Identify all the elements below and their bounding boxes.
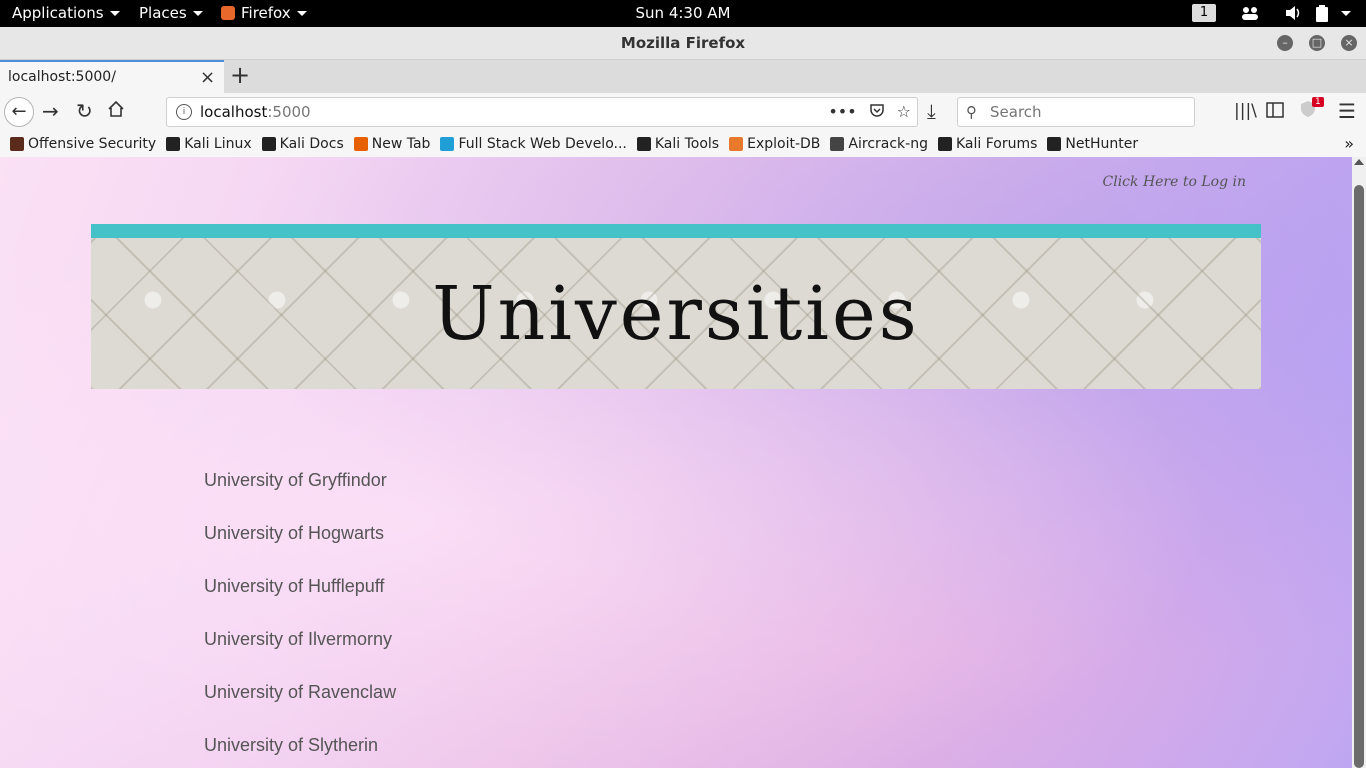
- page-actions-icon[interactable]: •••: [828, 102, 856, 122]
- new-tab-button[interactable]: +: [230, 63, 250, 87]
- university-list: University of Gryffindor University of Ho…: [204, 470, 396, 768]
- bookmark-label: Full Stack Web Develo...: [458, 136, 627, 152]
- page-content: Click Here to Log in Universities Univer…: [0, 157, 1352, 768]
- minimize-button[interactable]: –: [1277, 35, 1293, 51]
- bookmark-item[interactable]: Exploit-DB: [729, 136, 820, 152]
- bookmark-item[interactable]: Full Stack Web Develo...: [440, 136, 627, 152]
- tab-label: localhost:5000/: [8, 69, 116, 85]
- workspace-indicator[interactable]: 1: [1192, 4, 1216, 22]
- kali-icon: [636, 137, 651, 151]
- banner-tile: Universities: [91, 238, 1261, 389]
- forward-button[interactable]: →: [42, 99, 59, 123]
- bookmark-label: Exploit-DB: [747, 136, 821, 152]
- kali-icon: [1047, 137, 1062, 151]
- navigation-toolbar: ← → ↻ i localhost:5000 ••• ☆ ⤓ ⚲ |||\ 1 …: [0, 93, 1366, 131]
- system-top-bar: Applications Places Firefox Sun 4:30 AM …: [0, 0, 1366, 27]
- university-link[interactable]: University of Slytherin: [204, 735, 396, 768]
- clock[interactable]: Sun 4:30 AM: [0, 4, 1366, 22]
- university-link[interactable]: University of Ravenclaw: [204, 682, 396, 735]
- url-text[interactable]: localhost:5000: [200, 103, 311, 121]
- hamburger-menu-icon[interactable]: ☰: [1338, 99, 1356, 123]
- bookmark-label: New Tab: [371, 136, 431, 152]
- reload-button[interactable]: ↻: [76, 99, 93, 123]
- close-window-button[interactable]: ×: [1341, 35, 1357, 51]
- library-icon[interactable]: |||\: [1234, 99, 1257, 123]
- bookmark-label: Offensive Security: [28, 136, 157, 152]
- tab-bar: localhost:5000/ × +: [0, 60, 1366, 93]
- page-scrollbar[interactable]: [1352, 157, 1366, 768]
- search-icon: ⚲: [966, 103, 977, 121]
- downloads-icon[interactable]: ⤓: [927, 99, 936, 123]
- bookmark-item[interactable]: Kali Forums: [937, 136, 1038, 152]
- home-button[interactable]: [107, 99, 125, 123]
- kali-icon: [166, 137, 181, 151]
- kali-icon: [261, 137, 276, 151]
- university-link[interactable]: University of Ilvermorny: [204, 629, 396, 682]
- scrollbar-thumb[interactable]: [1354, 185, 1364, 768]
- bookmark-item[interactable]: New Tab: [353, 136, 431, 152]
- bookmark-star-icon[interactable]: ☆: [897, 102, 911, 122]
- udemy-icon: [440, 137, 455, 151]
- bookmark-label: Aircrack-ng: [848, 136, 928, 152]
- banner-strip: [91, 224, 1261, 238]
- site-info-icon[interactable]: i: [176, 104, 192, 120]
- home-icon: [108, 100, 124, 117]
- system-menu-chevron-icon[interactable]: [1341, 11, 1351, 16]
- more-bookmarks-icon[interactable]: »: [1344, 134, 1354, 153]
- header-banner: Universities: [91, 224, 1261, 389]
- university-link[interactable]: University of Hufflepuff: [204, 576, 396, 629]
- tab-localhost[interactable]: localhost:5000/ ×: [0, 60, 224, 93]
- bookmark-item[interactable]: Kali Tools: [636, 136, 720, 152]
- bookmark-item[interactable]: Kali Docs: [261, 136, 344, 152]
- window-title: Mozilla Firefox: [620, 34, 746, 52]
- offsec-icon: [10, 137, 24, 151]
- university-link[interactable]: University of Hogwarts: [204, 523, 396, 576]
- exploitdb-icon: [729, 137, 744, 151]
- url-bar[interactable]: i localhost:5000 ••• ☆: [166, 97, 918, 127]
- bookmark-label: Kali Forums: [955, 136, 1038, 152]
- pocket-icon[interactable]: [869, 102, 885, 122]
- volume-icon[interactable]: [1285, 5, 1303, 25]
- battery-icon[interactable]: [1316, 5, 1328, 26]
- bookmark-item[interactable]: Kali Linux: [166, 136, 252, 152]
- bookmarks-toolbar: Offensive Security Kali Linux Kali Docs New…: [0, 131, 1366, 158]
- notification-badge: 1: [1312, 97, 1324, 107]
- bookmark-label: Kali Linux: [184, 136, 252, 152]
- page-title: Universities: [432, 270, 920, 357]
- university-link[interactable]: University of Gryffindor: [204, 470, 396, 523]
- search-input[interactable]: [988, 102, 1182, 122]
- bookmark-item[interactable]: NetHunter: [1047, 136, 1138, 152]
- sidebar-icon[interactable]: [1266, 99, 1284, 123]
- firefox-icon: [353, 137, 368, 151]
- aircrack-icon: [830, 137, 845, 151]
- people-icon[interactable]: [1240, 5, 1260, 25]
- bookmark-label: Kali Docs: [279, 136, 344, 152]
- maximize-button[interactable]: □: [1309, 35, 1325, 51]
- close-tab-icon[interactable]: ×: [200, 67, 215, 88]
- scroll-up-icon[interactable]: [1354, 159, 1364, 165]
- bookmark-item[interactable]: Aircrack-ng: [830, 136, 928, 152]
- kali-icon: [937, 137, 952, 151]
- login-link[interactable]: Click Here to Log in: [1103, 174, 1247, 190]
- bookmark-label: Kali Tools: [654, 136, 720, 152]
- window-title-bar: Mozilla Firefox – □ ×: [0, 27, 1366, 60]
- search-box[interactable]: ⚲: [957, 97, 1195, 127]
- back-button[interactable]: ←: [4, 97, 34, 127]
- bookmark-item[interactable]: Offensive Security: [10, 136, 156, 152]
- bookmark-label: NetHunter: [1065, 136, 1139, 152]
